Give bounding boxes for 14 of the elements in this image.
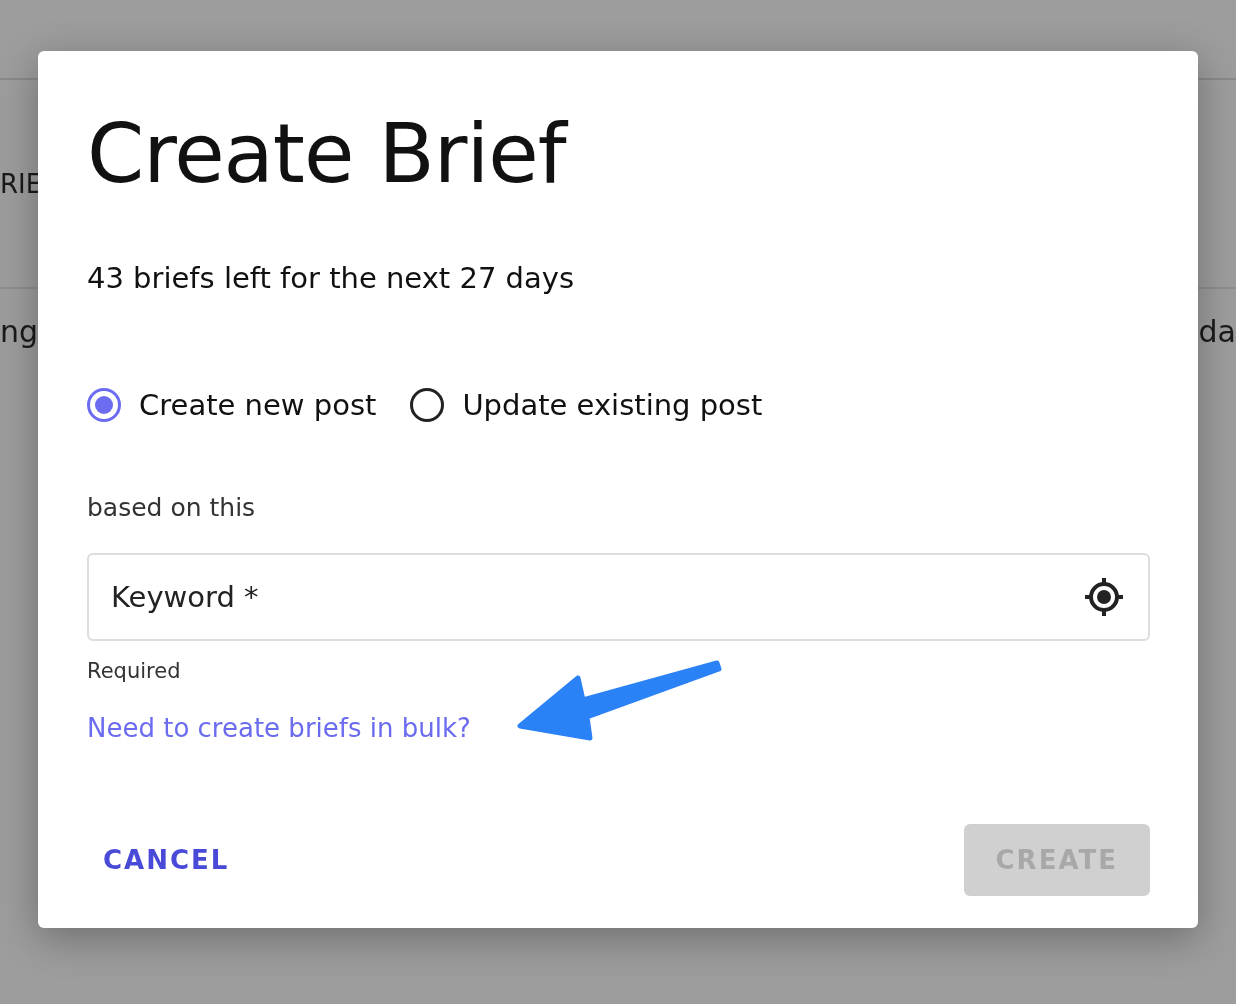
bulk-briefs-link[interactable]: Need to create briefs in bulk? [87, 713, 471, 743]
keyword-field[interactable]: Keyword * [87, 553, 1150, 641]
radio-icon[interactable] [87, 388, 121, 422]
cancel-button[interactable]: CANCEL [71, 824, 262, 896]
table-cell: ng [0, 317, 39, 347]
radio-icon[interactable] [410, 388, 445, 422]
radio-option[interactable]: Update existing post [410, 388, 763, 422]
helper-text: Required [87, 659, 181, 683]
briefs-remaining-text: 43 briefs left for the next 27 days [87, 264, 574, 293]
dialog-title: Create Brief [87, 113, 566, 195]
based-on-label: based on this [87, 493, 256, 522]
target-icon[interactable] [1082, 575, 1126, 619]
table-cell: da [1198, 317, 1236, 347]
radio-option[interactable]: Create new post [87, 388, 377, 422]
